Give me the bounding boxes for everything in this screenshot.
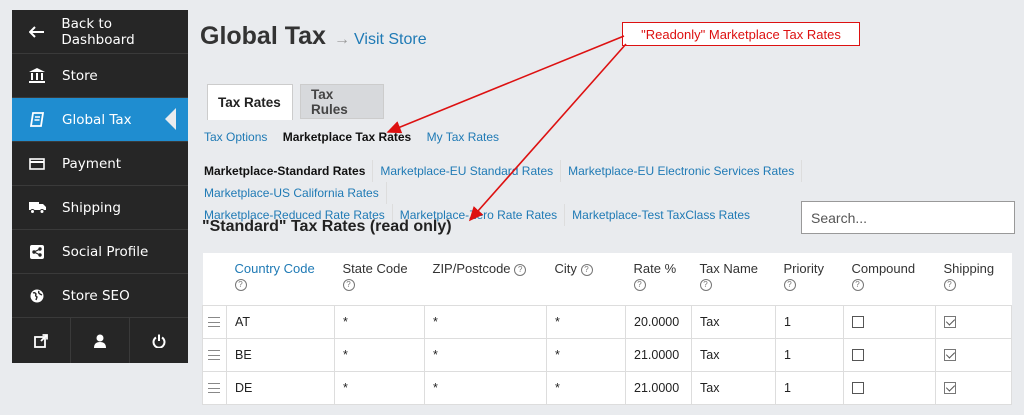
annotation-arrow-to-link (386, 35, 625, 134)
annotation-arrow-to-title (468, 43, 627, 222)
annotation-arrows (386, 35, 627, 222)
